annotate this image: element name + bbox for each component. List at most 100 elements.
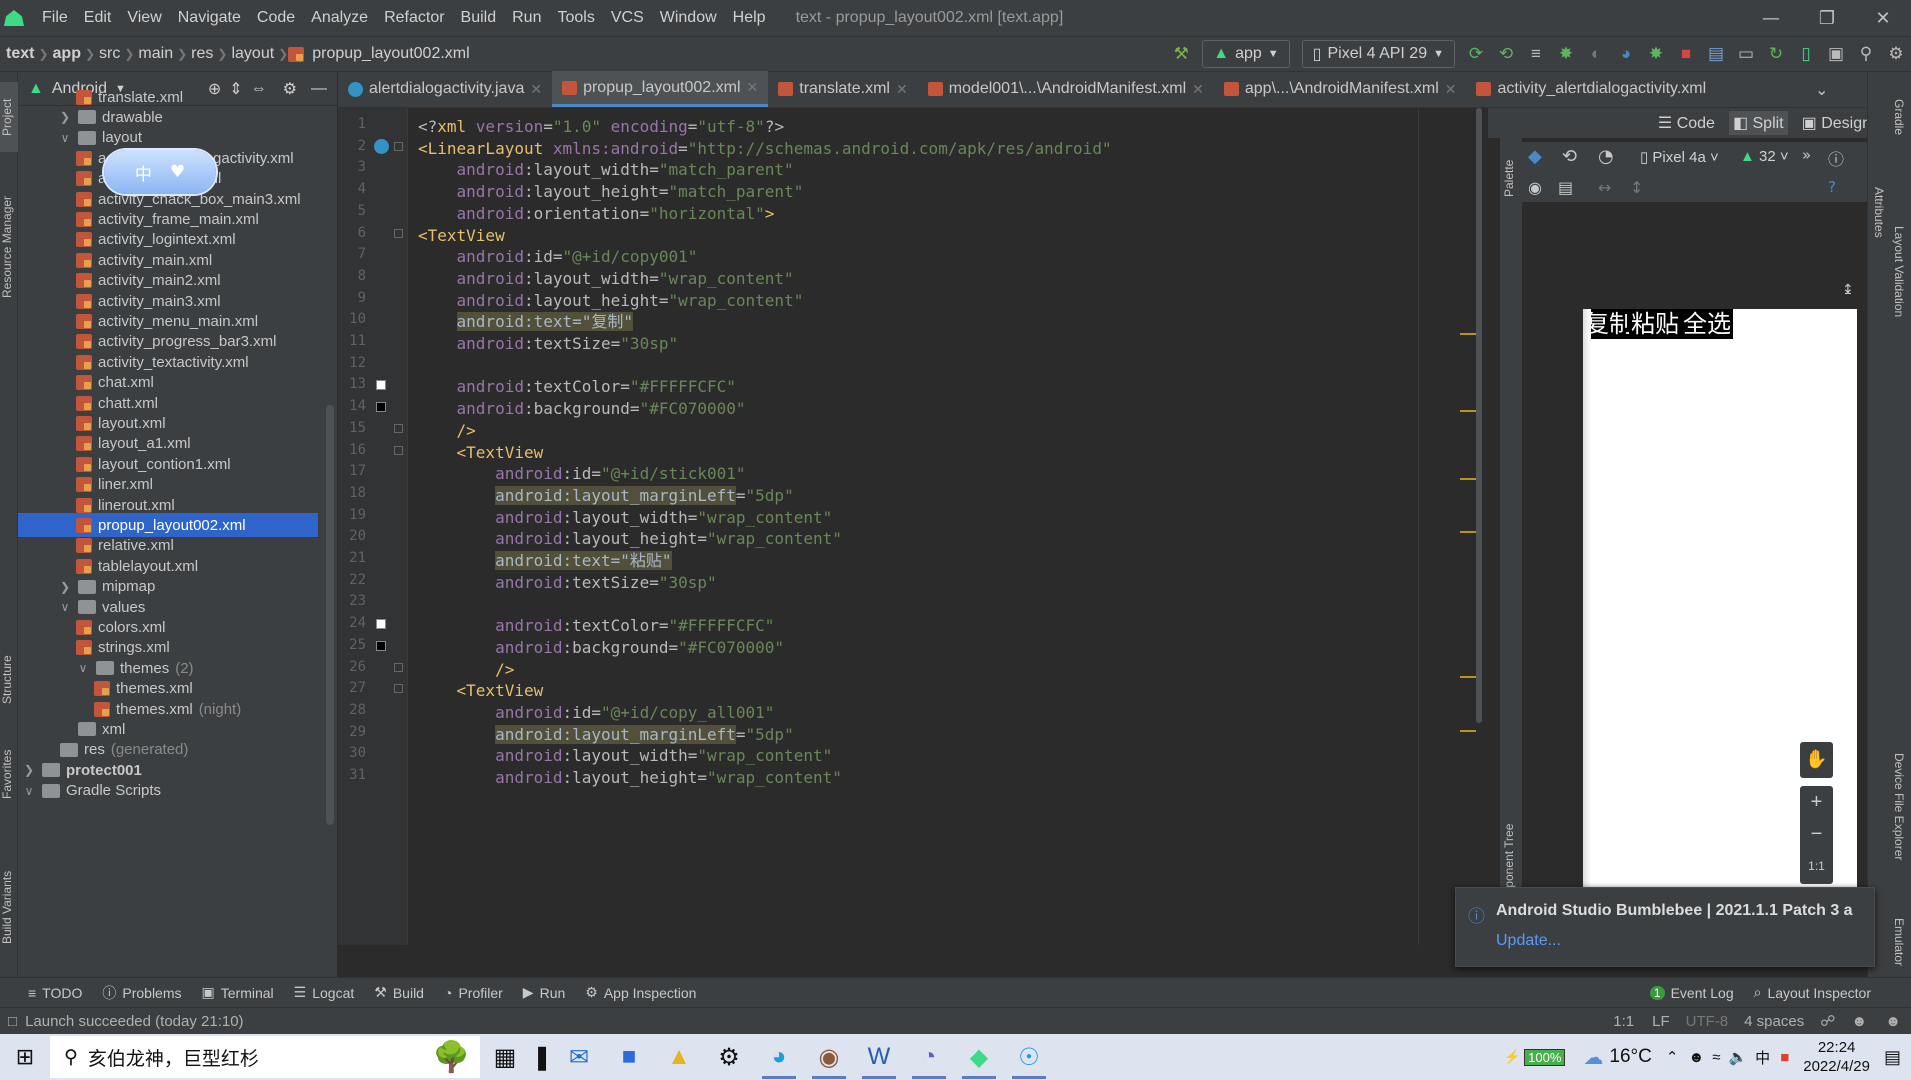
zoom-in-icon[interactable]: + — [1800, 786, 1833, 818]
breadcrumb-item[interactable]: propup_layout002.xml — [308, 45, 473, 63]
menu-tools[interactable]: Tools — [549, 9, 602, 27]
code-line[interactable]: android:layout_height="wrap_content" — [418, 765, 842, 791]
debug-icon[interactable]: ✸ — [1551, 40, 1581, 68]
color-swatch-white-icon[interactable] — [376, 619, 386, 630]
tree-item-folder[interactable]: ∨ Gradle Scripts — [18, 779, 318, 803]
settings-app-icon[interactable]: ⚙ — [704, 1034, 754, 1080]
run-config-select[interactable]: ▲ app ▼ — [1202, 40, 1290, 68]
view-mode-design[interactable]: ▣ Design — [1802, 113, 1871, 133]
apply-changes-icon[interactable]: ⟳ — [1461, 40, 1491, 68]
caret-position[interactable]: 1:1 — [1603, 1013, 1644, 1030]
status-panel-icon[interactable]: □ — [0, 1013, 25, 1030]
tool-window-todo[interactable]: ≡ TODO — [0, 985, 92, 1001]
search-icon[interactable]: ⚲ — [1851, 40, 1881, 68]
tab-close-icon[interactable]: ✕ — [896, 81, 908, 98]
tray-app-icon[interactable]: ■ — [1780, 1049, 1789, 1066]
ime-tray[interactable]: 中 — [1755, 1047, 1770, 1068]
menu-file[interactable]: File — [34, 9, 76, 27]
resize-handle-icon[interactable]: ↨ — [1842, 282, 1854, 298]
breadcrumb-item[interactable]: text — [2, 45, 38, 63]
menu-view[interactable]: View — [119, 9, 169, 27]
settings-gear-icon[interactable]: ⚙ — [1881, 40, 1911, 68]
tab-close-icon[interactable]: ✕ — [1192, 81, 1204, 98]
code-line[interactable]: android:textSize="30sp" — [418, 331, 679, 357]
tray-chevron-icon[interactable]: ⌃ — [1666, 1048, 1679, 1066]
fold-marker-icon[interactable] — [394, 141, 403, 151]
minimize-button[interactable]: — — [1743, 8, 1799, 29]
zoom-out-icon[interactable]: − — [1800, 818, 1833, 850]
blueprint-icon[interactable]: ▤ — [1558, 178, 1573, 197]
api-level-select[interactable]: ▲ 32 ˅ — [1740, 148, 1789, 165]
hammer-build-icon[interactable]: ⚒ — [1166, 40, 1196, 68]
editor-tab[interactable]: alertdialogactivity.java ✕ — [338, 71, 552, 107]
editor-scrollbar[interactable] — [1476, 108, 1482, 723]
ime-floating-toolbar[interactable]: 中 ♥ — [104, 150, 216, 194]
device-select[interactable]: ▯ Pixel 4 API 29 ▼ — [1301, 40, 1455, 68]
palette-tab[interactable]: Palette — [1502, 148, 1520, 208]
fold-marker-icon[interactable] — [394, 228, 403, 238]
device-manager-icon[interactable]: ▭ — [1731, 40, 1761, 68]
memory-indicator-icon[interactable]: ☻ — [1875, 1013, 1911, 1030]
profile-icon[interactable]: ◕ — [1611, 40, 1641, 68]
menu-refactor[interactable]: Refactor — [376, 9, 452, 27]
tool-window-terminal[interactable]: ▣ Terminal — [192, 984, 284, 1001]
help-icon[interactable]: ? — [1828, 178, 1836, 196]
editor-tab[interactable]: activity_alertdialogactivity.xml — [1466, 71, 1716, 107]
zoom-reset-button[interactable]: 1:1 — [1800, 850, 1833, 882]
breadcrumb-item[interactable]: app — [49, 45, 85, 63]
code-line[interactable]: android:textSize="30sp" — [418, 570, 717, 596]
chevron-down-icon[interactable]: ∨ — [76, 661, 90, 675]
editor-tab[interactable]: translate.xml ✕ — [768, 71, 917, 107]
game-app-icon[interactable]: ◉ — [804, 1034, 854, 1080]
sync-gradle-icon[interactable]: ↻ — [1761, 40, 1791, 68]
warning-marker[interactable] — [1460, 410, 1476, 412]
warning-info-icon[interactable]: ⓘ — [1828, 146, 1844, 170]
android-studio-app-icon[interactable]: ◆ — [954, 1034, 1004, 1080]
tool-window-app-inspection[interactable]: ⚙ App Inspection — [575, 984, 706, 1001]
attach-debugger-icon[interactable]: ✸ — [1641, 40, 1671, 68]
browser-app-icon[interactable]: ◔ — [904, 1034, 954, 1080]
stop-icon[interactable]: ■ — [1671, 40, 1701, 68]
lock-icon[interactable]: ☍ — [1812, 1012, 1843, 1030]
tool-window-profiler[interactable]: ◔ Profiler — [434, 985, 513, 1001]
menu-analyze[interactable]: Analyze — [303, 9, 376, 27]
clock[interactable]: 22:24 2022/4/29 — [1803, 1038, 1870, 1076]
color-swatch-black-icon[interactable] — [376, 402, 386, 413]
tool-tab-project[interactable]: Project — [0, 82, 18, 152]
tool-tab-build-variants[interactable]: Build Variants — [0, 852, 18, 962]
tool-window-problems[interactable]: ⓘ Problems — [92, 983, 191, 1003]
menu-code[interactable]: Code — [249, 9, 303, 27]
notification-center-icon[interactable]: ▤ — [1884, 1047, 1901, 1068]
word-app-icon[interactable]: W — [854, 1034, 904, 1080]
layers-icon[interactable]: ◆ — [1528, 146, 1542, 167]
tool-tab-resource-manager[interactable]: Resource Manager — [0, 172, 18, 322]
chevron-right-icon[interactable]: ❯ — [58, 580, 72, 594]
more-chevron-icon[interactable]: » — [1802, 146, 1811, 164]
fold-marker-icon[interactable] — [394, 684, 403, 694]
horizontal-constraint-icon[interactable]: ↔ — [1598, 178, 1611, 197]
view-mode-split[interactable]: ◧ Split — [1728, 111, 1788, 135]
tab-close-icon[interactable]: ✕ — [1445, 81, 1457, 98]
tabs-overflow-chevron-icon[interactable]: ⌄ — [1815, 80, 1828, 99]
chevron-down-icon[interactable]: ∨ — [58, 600, 72, 614]
tool-tab-device-file-explorer[interactable]: Device File Explorer — [1888, 712, 1906, 902]
menu-build[interactable]: Build — [453, 9, 505, 27]
fold-marker-icon[interactable] — [394, 445, 403, 455]
eye-icon[interactable]: ◉ — [1528, 178, 1542, 197]
tool-window-layout-inspector[interactable]: ⌕ Layout Inspector — [1744, 984, 1881, 1001]
smiley-feedback-icon[interactable]: ☻ — [1843, 1013, 1875, 1030]
battery-indicator[interactable]: ⚡ 100% — [1504, 1048, 1566, 1066]
tool-tab-gradle[interactable]: Gradle — [1888, 82, 1906, 152]
tool-window-build[interactable]: ⚒ Build — [364, 984, 434, 1001]
class-c-icon[interactable] — [374, 138, 389, 154]
warning-marker[interactable] — [1460, 676, 1476, 678]
editor-tab[interactable]: propup_layout002.xml ✕ — [552, 71, 769, 107]
pan-hand-icon[interactable]: ✋ — [1800, 742, 1833, 778]
view-mode-code[interactable]: ☰ Code — [1658, 113, 1715, 133]
theme-icon[interactable]: ◔ — [1598, 146, 1614, 167]
maximize-button[interactable]: ❐ — [1799, 8, 1855, 29]
wifi-icon[interactable]: ≈ — [1712, 1049, 1720, 1066]
preview-textview[interactable]: 全选 — [1681, 309, 1733, 339]
taskbar-search-box[interactable]: ⚲ 亥伯龙神，巨型红杉 🌳 — [50, 1036, 480, 1078]
preview-textview[interactable]: 粘贴 — [1629, 309, 1681, 339]
